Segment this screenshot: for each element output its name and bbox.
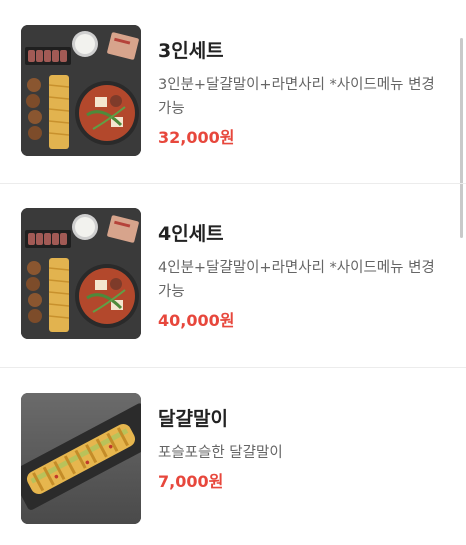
menu-item-name: 3인세트 — [158, 40, 224, 62]
menu-item-price: 32,000원 — [158, 128, 235, 147]
menu-list-page: 3인세트 3인분+달걀말이+라면사리 *사이드메뉴 변경 가능 32,000원 — [0, 0, 466, 545]
menu-item-info: 3인세트 3인분+달걀말이+라면사리 *사이드메뉴 변경 가능 32,000원 — [158, 25, 448, 149]
set-meal-photo — [21, 208, 141, 339]
menu-item-4-person-set[interactable]: 4인세트 4인분+달걀말이+라면사리 *사이드메뉴 변경 가능 40,000원 — [0, 208, 466, 339]
divider — [0, 183, 466, 184]
menu-item-name: 4인세트 — [158, 223, 224, 245]
menu-item-price: 7,000원 — [158, 472, 224, 491]
menu-item-description: 3인분+달걀말이+라면사리 *사이드메뉴 변경 가능 — [158, 77, 435, 117]
menu-item-price: 40,000원 — [158, 311, 235, 330]
divider — [0, 367, 466, 368]
menu-item-info: 달걀말이 포슬포슬한 달걀말이 7,000원 — [158, 393, 448, 493]
menu-item-rolled-omelette[interactable]: 달걀말이 포슬포슬한 달걀말이 7,000원 — [0, 393, 466, 524]
menu-item-info: 4인세트 4인분+달걀말이+라면사리 *사이드메뉴 변경 가능 40,000원 — [158, 208, 448, 332]
menu-item-name: 달걀말이 — [158, 408, 228, 430]
menu-item-description: 포슬포슬한 달걀말이 — [158, 445, 283, 461]
menu-item-3-person-set[interactable]: 3인세트 3인분+달걀말이+라면사리 *사이드메뉴 변경 가능 32,000원 — [0, 25, 466, 156]
menu-item-description: 4인분+달걀말이+라면사리 *사이드메뉴 변경 가능 — [158, 260, 435, 300]
set-meal-photo — [21, 25, 141, 156]
rolled-omelette-photo — [21, 393, 141, 524]
